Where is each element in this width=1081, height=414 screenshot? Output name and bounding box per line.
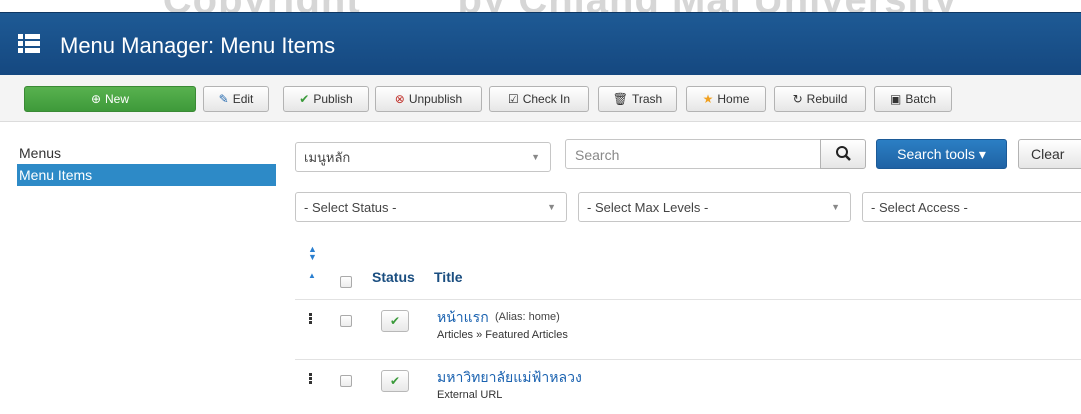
item-alias: (Alias: home) bbox=[495, 311, 560, 323]
batch-icon: ▣ bbox=[889, 92, 902, 106]
new-button[interactable]: ⊕ New bbox=[24, 86, 196, 112]
search-button[interactable] bbox=[820, 139, 866, 169]
title-header[interactable]: Title bbox=[434, 269, 463, 285]
unpublish-label: Unpublish bbox=[408, 92, 463, 106]
menu-select[interactable]: เมนูหลัก ▼ bbox=[295, 142, 551, 172]
checkin-button[interactable]: ☑ Check In bbox=[489, 86, 589, 112]
access-select[interactable]: - Select Access - bbox=[862, 192, 1081, 222]
page-title: Menu Manager: Menu Items bbox=[60, 33, 336, 58]
row-checkbox[interactable] bbox=[340, 315, 352, 327]
refresh-icon: ↻ bbox=[792, 92, 803, 106]
item-type: Articles » Featured Articles bbox=[437, 329, 568, 341]
search-placeholder: Search bbox=[575, 147, 620, 163]
batch-label: Batch bbox=[905, 92, 937, 106]
home-label: Home bbox=[717, 92, 750, 106]
chevron-down-icon: ▼ bbox=[547, 202, 556, 212]
item-type: External URL bbox=[437, 389, 503, 401]
unpublish-button[interactable]: ⊗ Unpublish bbox=[375, 86, 482, 112]
sidebar-item-menu-items[interactable]: Menu Items bbox=[17, 164, 276, 186]
item-title-link[interactable]: มหาวิทยาลัยแม่ฟ้าหลวง bbox=[437, 367, 582, 389]
batch-button[interactable]: ▣ Batch bbox=[874, 86, 952, 112]
rebuild-button[interactable]: ↻ Rebuild bbox=[774, 86, 866, 112]
menu-select-value: เมนูหลัก bbox=[304, 149, 351, 165]
list-icon bbox=[18, 34, 40, 53]
cancel-circle-icon: ⊗ bbox=[394, 92, 405, 106]
check-icon: ✔ bbox=[299, 92, 310, 106]
sort-icon[interactable]: ▲ ▼ bbox=[308, 245, 317, 262]
drag-handle-icon[interactable] bbox=[309, 373, 313, 385]
search-tools-button[interactable]: Search tools ▾ bbox=[876, 139, 1007, 169]
select-all-checkbox[interactable] bbox=[340, 276, 352, 288]
edit-icon: ✎ bbox=[218, 92, 229, 106]
table-row: ✔ หน้าแรก (Alias: home) Articles » Featu… bbox=[295, 299, 1081, 348]
clear-button[interactable]: Clear bbox=[1018, 139, 1081, 169]
edit-label: Edit bbox=[232, 92, 254, 106]
publish-label: Publish bbox=[313, 92, 353, 106]
search-icon bbox=[836, 146, 851, 161]
sidebar: Menus Menu Items bbox=[17, 142, 276, 186]
new-label: New bbox=[105, 92, 130, 106]
trash-icon: 🗑 bbox=[612, 92, 628, 106]
search-input[interactable]: Search bbox=[565, 139, 821, 169]
checkbox-icon: ☑ bbox=[507, 92, 519, 106]
page-header: Menu Manager: Menu Items bbox=[0, 12, 1081, 75]
publish-button[interactable]: ✔ Publish bbox=[283, 86, 369, 112]
toolbar: ⊕ New ✎ Edit ✔ Publish ⊗ Unpublish ☑ Che… bbox=[0, 75, 1081, 122]
access-select-value: - Select Access - bbox=[871, 199, 968, 215]
chevron-down-icon: ▼ bbox=[531, 152, 540, 162]
check-icon: ✔ bbox=[389, 314, 401, 328]
star-icon: ★ bbox=[702, 92, 714, 106]
status-select-value: - Select Status - bbox=[304, 199, 397, 215]
row-checkbox[interactable] bbox=[340, 375, 352, 387]
status-select[interactable]: - Select Status - ▼ bbox=[295, 192, 567, 222]
max-levels-select[interactable]: - Select Max Levels - ▼ bbox=[578, 192, 851, 222]
sidebar-item-menus[interactable]: Menus bbox=[17, 142, 276, 164]
checkin-label: Check In bbox=[522, 92, 571, 106]
item-title-link[interactable]: หน้าแรก bbox=[437, 307, 489, 329]
sort-asc-icon[interactable]: ▲ bbox=[308, 271, 316, 280]
drag-handle-icon[interactable] bbox=[309, 313, 313, 325]
trash-button[interactable]: 🗑 Trash bbox=[598, 86, 677, 112]
table-row: ✔ มหาวิทยาลัยแม่ฟ้าหลวง External URL bbox=[295, 359, 1081, 408]
trash-label: Trash bbox=[632, 92, 663, 106]
check-icon: ✔ bbox=[389, 374, 401, 388]
home-button[interactable]: ★ Home bbox=[686, 86, 766, 112]
rebuild-label: Rebuild bbox=[806, 92, 848, 106]
chevron-down-icon: ▼ bbox=[831, 202, 840, 212]
status-header[interactable]: Status bbox=[372, 269, 415, 285]
edit-button[interactable]: ✎ Edit bbox=[203, 86, 269, 112]
plus-circle-icon: ⊕ bbox=[90, 92, 102, 106]
published-status-button[interactable]: ✔ bbox=[381, 370, 409, 392]
max-levels-select-value: - Select Max Levels - bbox=[587, 199, 709, 215]
published-status-button[interactable]: ✔ bbox=[381, 310, 409, 332]
